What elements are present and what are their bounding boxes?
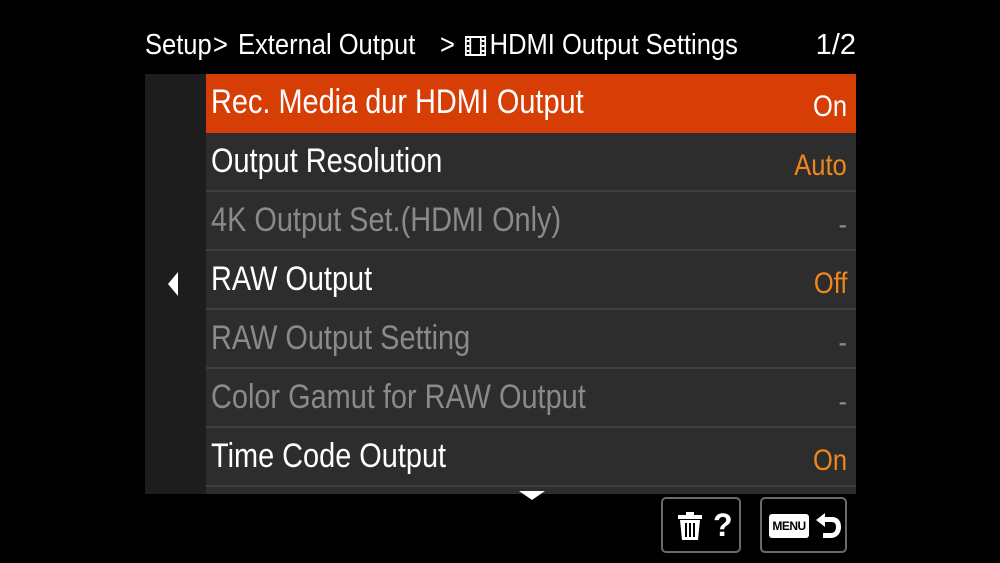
menu-item-label: Output Resolution (211, 142, 443, 180)
menu-item-label: Rec. Media dur HDMI Output (211, 83, 584, 121)
menu-item-color-gamut-raw[interactable]: Color Gamut for RAW Output - (206, 369, 856, 428)
menu-item-4k-output-set[interactable]: 4K Output Set.(HDMI Only) - (206, 192, 856, 251)
menu-item-label: Time Code Output (211, 437, 447, 475)
menu-item-time-code-output[interactable]: Time Code Output On (206, 428, 856, 487)
menu-item-value: - (838, 208, 848, 241)
menu-item-value: On (812, 90, 847, 123)
page-title: HDMI Output Settings (465, 26, 738, 64)
menu-item-label: RAW Output Setting (211, 319, 471, 357)
menu-list: Rec. Media dur HDMI Output On Output Res… (206, 74, 856, 494)
trash-icon (678, 512, 702, 540)
breadcrumb-separator: > (440, 29, 455, 61)
menu-item-raw-output[interactable]: RAW Output Off (206, 251, 856, 310)
menu-item-output-resolution[interactable]: Output Resolution Auto (206, 133, 856, 192)
menu-item-raw-output-setting[interactable]: RAW Output Setting - (206, 310, 856, 369)
menu-item-label: Color Gamut for RAW Output (211, 378, 586, 416)
menu-item-value: On (812, 444, 847, 477)
menu-back-button[interactable]: MENU (760, 497, 847, 553)
scroll-down-icon[interactable] (519, 491, 545, 500)
breadcrumb-section: External Output (238, 29, 416, 61)
return-arrow-icon (816, 513, 841, 538)
menu-item-value: Auto (794, 149, 847, 182)
delete-help-button[interactable]: ? (661, 497, 741, 553)
film-icon (465, 36, 487, 56)
camera-menu-screen: Setup > External Output > HDMI Output Se… (0, 0, 1000, 563)
left-arrow-icon[interactable] (168, 272, 178, 296)
menu-item-rec-media-hdmi[interactable]: Rec. Media dur HDMI Output On (206, 74, 856, 133)
menu-item-label: 4K Output Set.(HDMI Only) (211, 201, 562, 239)
menu-item-value: Off (813, 267, 847, 300)
page-title-text: HDMI Output Settings (489, 29, 738, 61)
menu-item-value: - (838, 385, 848, 418)
menu-item-label: RAW Output (211, 260, 373, 298)
page-indicator: 1/2 (815, 29, 856, 61)
breadcrumb-root: Setup (145, 29, 212, 61)
help-label: ? (713, 507, 733, 543)
menu-label: MENU (769, 514, 809, 538)
menu-item-value: - (838, 326, 848, 359)
breadcrumb-separator: > (213, 29, 228, 61)
